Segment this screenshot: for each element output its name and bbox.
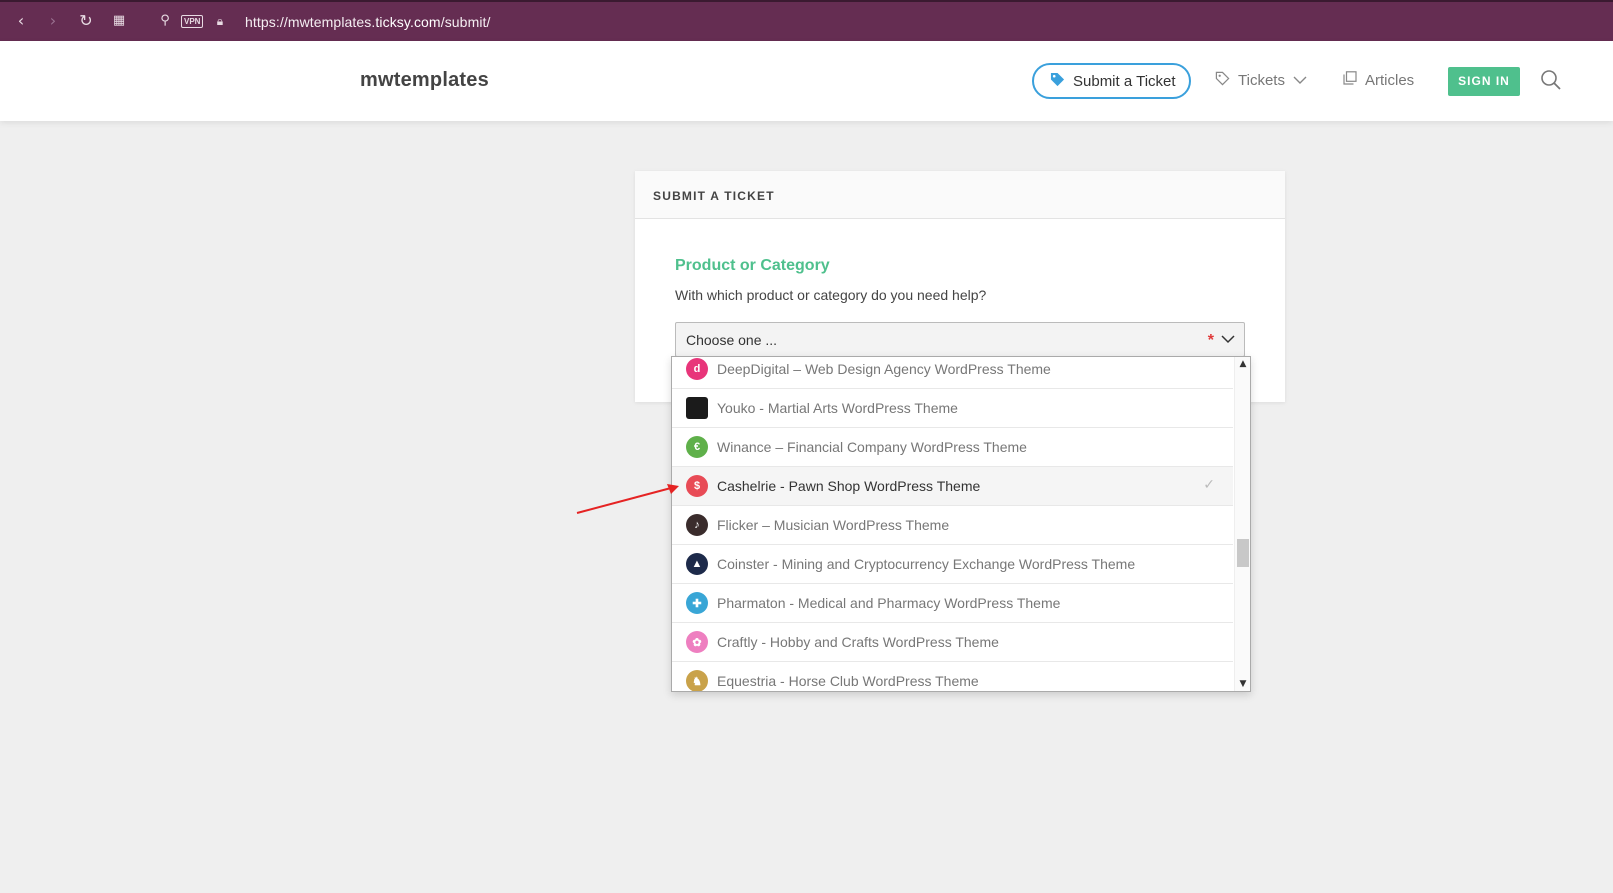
- product-select[interactable]: Choose one ... *: [675, 322, 1245, 357]
- dropdown-option-label: Cashelrie - Pawn Shop WordPress Theme: [717, 478, 981, 494]
- url-domain: ticksy.com: [375, 14, 441, 30]
- dropdown-option[interactable]: $ Cashelrie - Pawn Shop WordPress Theme ✓: [672, 467, 1233, 506]
- dropdown-option-label: Craftly - Hobby and Crafts WordPress The…: [717, 634, 999, 650]
- dropdown-option-label: Youko - Martial Arts WordPress Theme: [717, 400, 958, 416]
- submit-ticket-button[interactable]: Submit a Ticket: [1032, 63, 1191, 99]
- chevron-down-icon: [1293, 74, 1307, 88]
- address-bar[interactable]: https://mwtemplates.ticksy.com/submit/: [245, 14, 491, 30]
- url-prefix: https://mwtemplates.: [245, 14, 376, 30]
- vpn-badge[interactable]: VPN: [181, 15, 204, 28]
- reload-icon[interactable]: ↻: [77, 12, 95, 30]
- tag-outline-icon: [1215, 71, 1230, 90]
- theme-thumbnail-icon: ♞: [686, 670, 708, 691]
- select-value: Choose one ...: [686, 332, 778, 348]
- theme-thumbnail-icon: d: [686, 358, 708, 380]
- nav-articles-label: Articles: [1365, 71, 1415, 89]
- theme-thumbnail-icon: ✿: [686, 631, 708, 653]
- theme-thumbnail-icon: ♪: [686, 514, 708, 536]
- dropdown-option-label: Winance – Financial Company WordPress Th…: [717, 439, 1027, 455]
- theme-thumbnail-icon: $: [686, 475, 708, 497]
- documents-icon: [1343, 71, 1357, 89]
- url-path: /submit/: [440, 14, 491, 30]
- dropdown-option-label: Pharmaton - Medical and Pharmacy WordPre…: [717, 595, 1061, 611]
- field-title: Product or Category: [675, 257, 830, 274]
- theme-thumbnail-icon: [686, 397, 708, 419]
- dropdown-option[interactable]: d DeepDigital – Web Design Agency WordPre…: [672, 357, 1233, 389]
- card-heading: SUBMIT A TICKET: [635, 171, 1285, 219]
- scroll-up-icon[interactable]: ▲: [1238, 359, 1248, 369]
- nav-tickets[interactable]: Tickets: [1215, 71, 1307, 90]
- dropdown-option[interactable]: ✿ Craftly - Hobby and Crafts WordPress Th…: [672, 623, 1233, 662]
- dropdown-option[interactable]: ♞ Equestria - Horse Club WordPress Theme: [672, 662, 1233, 691]
- forward-icon[interactable]: ›: [44, 12, 62, 30]
- required-mark: *: [1207, 332, 1214, 349]
- nav-articles[interactable]: Articles: [1343, 71, 1414, 89]
- browser-toolbar: ‹ › ↻ ▦ ⚲ VPN 🔒︎ https://mwtemplates.tic…: [0, 0, 1613, 41]
- product-dropdown[interactable]: d DeepDigital – Web Design Agency WordPre…: [671, 356, 1251, 692]
- search-icon[interactable]: [1540, 69, 1562, 91]
- dropdown-option[interactable]: ▲ Coinster - Mining and Cryptocurrency Ex…: [672, 545, 1233, 584]
- tag-icon: [1050, 72, 1065, 90]
- dropdown-option[interactable]: ♪ Flicker – Musician WordPress Theme: [672, 506, 1233, 545]
- dropdown-option-label: DeepDigital – Web Design Agency WordPres…: [717, 361, 1051, 377]
- dropdown-option[interactable]: ✚ Pharmaton - Medical and Pharmacy WordPr…: [672, 584, 1233, 623]
- dropdown-list: d DeepDigital – Web Design Agency WordPre…: [672, 357, 1233, 691]
- theme-thumbnail-icon: ✚: [686, 592, 708, 614]
- dropdown-option[interactable]: Youko - Martial Arts WordPress Theme: [672, 389, 1233, 428]
- nav-tickets-label: Tickets: [1238, 72, 1285, 89]
- dropdown-option-label: Coinster - Mining and Cryptocurrency Exc…: [717, 556, 1136, 572]
- grid-icon[interactable]: ▦: [110, 12, 128, 30]
- back-icon[interactable]: ‹: [12, 12, 30, 30]
- checkmark-icon: ✓: [1203, 477, 1215, 493]
- scrollbar-thumb[interactable]: [1237, 539, 1249, 567]
- theme-thumbnail-icon: €: [686, 436, 708, 458]
- site-logo[interactable]: mwtemplates: [360, 69, 489, 92]
- field-help-text: With which product or category do you ne…: [675, 287, 987, 303]
- theme-thumbnail-icon: ▲: [686, 553, 708, 575]
- dropdown-option[interactable]: € Winance – Financial Company WordPress T…: [672, 428, 1233, 467]
- scroll-down-icon[interactable]: ▼: [1238, 679, 1248, 689]
- dropdown-scrollbar[interactable]: ▲ ▼: [1234, 357, 1250, 691]
- key-icon[interactable]: ⚲: [156, 12, 174, 30]
- sign-in-button[interactable]: SIGN IN: [1448, 67, 1520, 96]
- lock-icon[interactable]: 🔒︎: [211, 12, 229, 30]
- dropdown-option-label: Equestria - Horse Club WordPress Theme: [717, 673, 979, 689]
- submit-ticket-label: Submit a Ticket: [1073, 72, 1176, 90]
- dropdown-option-label: Flicker – Musician WordPress Theme: [717, 517, 950, 533]
- annotation-arrow: [576, 484, 679, 514]
- chevron-down-icon: [1220, 329, 1236, 353]
- site-header: mwtemplates Submit a Ticket Tickets Arti…: [0, 41, 1613, 121]
